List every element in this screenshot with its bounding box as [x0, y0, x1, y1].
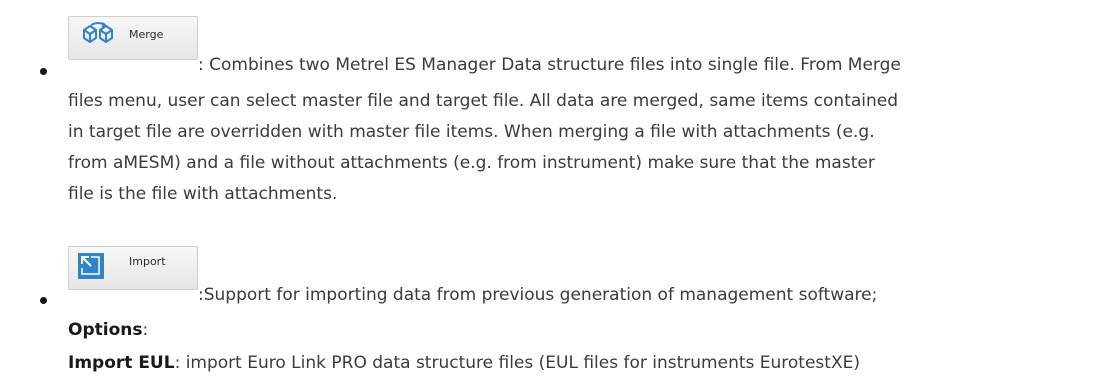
merge-desc-line-3: in target file are overridden with maste… — [68, 122, 875, 142]
import-button[interactable]: Import — [68, 246, 198, 290]
import-button-label: Import — [129, 255, 166, 268]
bullet-merge — [40, 68, 47, 75]
merge-boxes-icon — [81, 22, 115, 50]
merge-desc-line-2: files menu, user can select master file … — [68, 91, 899, 111]
options-colon: : — [142, 320, 149, 340]
import-eul-term: Import EUL — [68, 353, 175, 373]
import-eul-line: Import EUL: import Euro Link PRO data st… — [68, 353, 860, 373]
import-desc-line-1: :Support for importing data from previou… — [198, 285, 878, 305]
import-eul-text: : import Euro Link PRO data structure fi… — [174, 353, 860, 373]
merge-desc-line-5: file is the file with attachments. — [68, 184, 338, 204]
merge-desc-line-4: from aMESM) and a file without attachmen… — [68, 153, 875, 173]
options-heading: Options: — [68, 320, 148, 340]
merge-desc-line-1: : Combines two Metrel ES Manager Data st… — [198, 55, 901, 75]
bullet-import — [40, 297, 47, 304]
merge-button[interactable]: Merge — [68, 16, 198, 60]
options-label: Options — [68, 320, 143, 340]
import-arrow-icon — [77, 252, 105, 284]
merge-button-label: Merge — [129, 28, 164, 41]
